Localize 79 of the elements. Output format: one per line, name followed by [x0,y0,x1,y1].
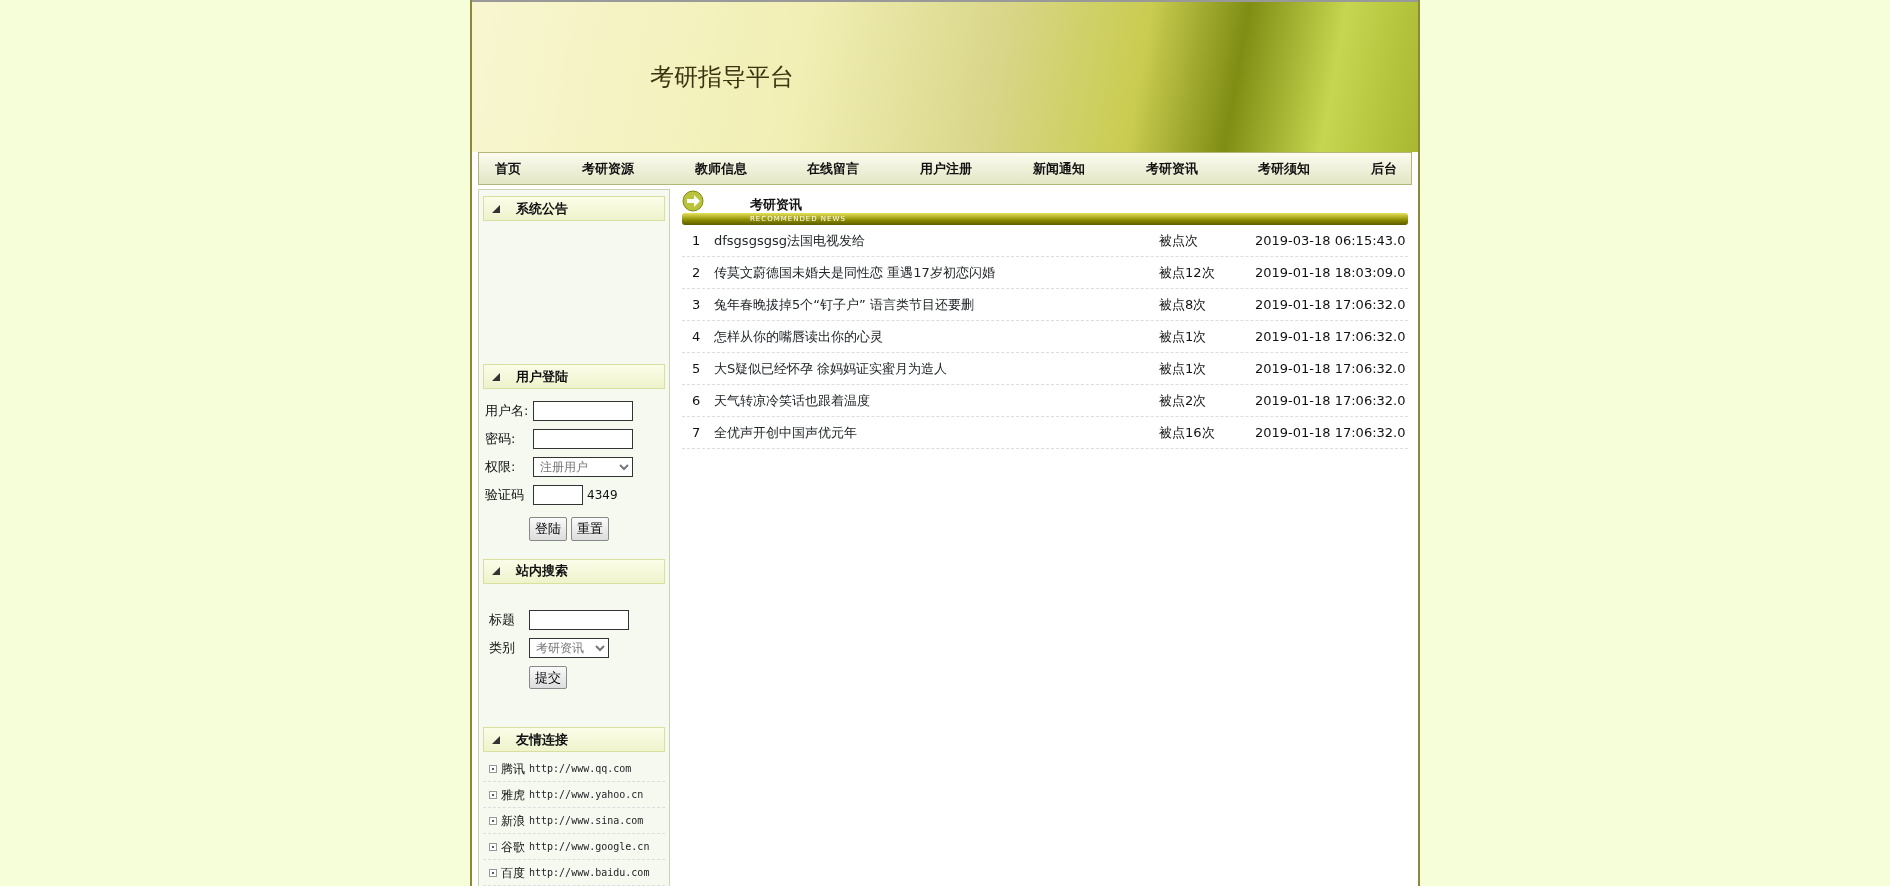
link-name: 腾讯 [501,760,525,778]
row-index: 3 [691,295,702,314]
publish-time: 2019-01-18 17:06:32.0 [1255,295,1406,314]
field-label: 验证码 [485,486,525,505]
section-title: 站内搜索 [516,562,568,581]
news-title[interactable]: 天气转凉冷笑话也跟着温度 [714,390,1159,411]
role-select[interactable]: 注册用户 [533,457,633,477]
news-title[interactable]: dfsgsgsgsg法国电视发给 [714,230,1159,251]
click-count: 被点次 [1159,231,1199,250]
click-count: 被点2次 [1159,391,1208,410]
row-index: 2 [691,263,702,282]
link-url[interactable]: http://www.qq.com [529,761,632,776]
input-field[interactable] [533,401,633,421]
click-count: 被点16次 [1159,423,1216,442]
publish-time: 2019-01-18 17:06:32.0 [1255,359,1406,378]
field-label: 类别 [489,638,516,657]
category-select[interactable]: 考研资讯 [529,637,609,658]
publish-time: 2019-03-18 06:15:43.0 [1255,231,1406,250]
arrow-circle-icon [682,190,704,212]
submit-button[interactable]: 提交 [529,665,567,689]
form-button[interactable]: 重置 [571,517,609,541]
link-name: 雅虎 [501,786,525,804]
nav-link[interactable]: 首页 [495,158,521,179]
field-label: 标题 [489,610,516,629]
bullet-icon [489,842,497,851]
captcha-field[interactable] [533,485,583,505]
triangle-icon [492,204,500,213]
field-label: 密码: [485,430,517,449]
row-index: 5 [691,359,702,378]
nav-link[interactable]: 考研资源 [581,158,634,179]
news-title[interactable]: 兔年春晚拔掉5个“钉子户” 语言类节目还要删 [714,294,1159,315]
publish-time: 2019-01-18 17:06:32.0 [1255,391,1406,410]
link-url[interactable]: http://www.google.cn [529,839,650,854]
news-title[interactable]: 传莫文蔚德国未婚夫是同性恋 重遇17岁初恋闪婚 [714,262,1159,283]
nav-link[interactable]: 新闻通知 [1032,158,1085,179]
nav-link[interactable]: 考研须知 [1258,158,1311,179]
nav-link[interactable]: 考研资讯 [1145,158,1198,179]
row-index: 6 [691,391,702,410]
section-title: 友情连接 [516,730,568,749]
click-count: 被点1次 [1159,327,1208,346]
bullet-icon [489,868,497,877]
link-name: 谷歌 [501,838,525,856]
input-field[interactable] [529,609,629,630]
news-title[interactable]: 大S疑似已经怀孕 徐妈妈证实蜜月为造人 [714,358,1159,379]
click-count: 被点12次 [1159,263,1216,282]
nav-link[interactable]: 用户注册 [920,158,972,179]
row-index: 4 [691,327,702,346]
publish-time: 2019-01-18 18:03:09.0 [1255,263,1406,282]
publish-time: 2019-01-18 17:06:32.0 [1255,327,1406,346]
link-url[interactable]: http://www.sina.com [529,813,644,828]
nav-link[interactable]: 后台 [1371,158,1397,179]
news-title[interactable]: 怎样从你的嘴唇读出你的心灵 [714,326,1159,347]
link-name: 新浪 [501,812,525,830]
site-title: 考研指导平台 [650,62,794,93]
news-title[interactable]: 全优声开创中国声优元年 [714,422,1159,443]
field-label: 用户名: [485,402,529,421]
row-index: 7 [691,423,702,442]
click-count: 被点1次 [1159,359,1208,378]
bullet-icon [489,816,497,825]
form-button[interactable]: 登陆 [529,517,567,541]
section-title: 用户登陆 [516,367,568,386]
nav-link[interactable]: 在线留言 [807,158,860,179]
publish-time: 2019-01-18 17:06:32.0 [1255,423,1406,442]
field-label: 权限: [485,458,517,477]
triangle-icon [492,567,500,575]
input-field[interactable] [533,429,633,449]
captcha-code: 4349 [587,487,618,504]
triangle-icon [492,372,500,381]
bullet-icon [489,764,497,773]
section-title: 考研资讯 [750,196,802,215]
triangle-icon [492,735,500,744]
row-index: 1 [691,231,702,250]
link-url[interactable]: http://www.yahoo.cn [529,787,644,802]
section-title: 系统公告 [516,199,568,218]
link-name: 百度 [501,864,525,882]
bullet-icon [489,790,497,799]
link-url[interactable]: http://www.baidu.com [529,865,650,880]
nav-link[interactable]: 教师信息 [694,158,747,179]
click-count: 被点8次 [1159,295,1208,314]
